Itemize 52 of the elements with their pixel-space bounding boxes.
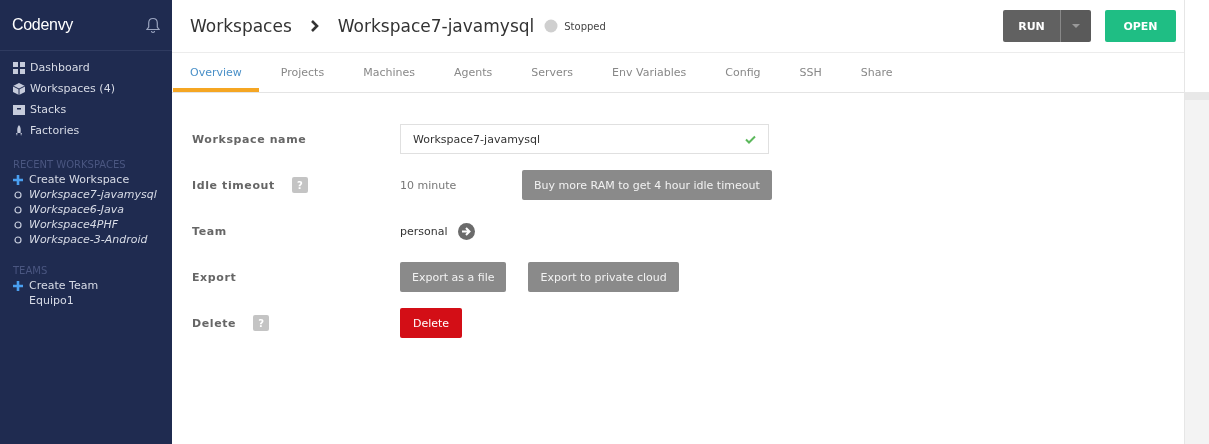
sidebar-item[interactable]: Equipo1 — [0, 293, 172, 308]
sidebar-item[interactable]: Create Team — [0, 278, 172, 293]
tab[interactable]: Share — [843, 53, 910, 92]
sidebar-item[interactable]: Workspace7-javamysql — [0, 187, 172, 202]
chevron-icon — [309, 19, 320, 33]
tab[interactable]: Config — [708, 53, 778, 92]
nav-item[interactable]: Workspaces (4) — [0, 78, 172, 99]
timeout-value: 10 minute — [400, 178, 458, 192]
status-dot-icon — [544, 19, 559, 33]
workspace-title: Workspace7-javamysql — [337, 16, 535, 36]
team-value: personal — [400, 224, 448, 238]
tab[interactable]: Env Variables — [595, 53, 704, 92]
cube-icon — [13, 82, 25, 95]
tab[interactable]: Overview — [173, 53, 259, 92]
sidebar-item[interactable]: Workspace4PHF — [0, 217, 172, 232]
delete-button[interactable]: Delete — [400, 308, 463, 338]
field-label: Team — [192, 224, 227, 238]
arrow-circle-icon[interactable] — [457, 222, 475, 240]
field-label: Delete — [192, 316, 237, 330]
sidebar-item[interactable]: Workspace6-Java — [0, 202, 172, 217]
circle-icon — [13, 234, 23, 245]
nav-item[interactable]: Dashboard — [0, 57, 172, 78]
plus-icon — [13, 174, 23, 185]
caret-icon — [1071, 23, 1081, 29]
tab[interactable]: Machines — [346, 53, 432, 92]
breadcrumb-link[interactable]: Workspaces — [190, 16, 292, 36]
nav-item[interactable]: Stacks — [0, 99, 172, 120]
workspace-name-field[interactable]: Workspace7-javamysql — [400, 124, 769, 154]
run-button[interactable]: RUN — [1003, 10, 1060, 42]
grid-icon — [13, 61, 25, 74]
field-label: Idle timeout — [192, 178, 275, 192]
sidebar-item[interactable]: Create Workspace — [0, 172, 172, 187]
tab[interactable]: SSH — [782, 53, 839, 92]
export-button[interactable]: Export as a file — [400, 262, 507, 292]
tab[interactable]: Projects — [263, 53, 342, 92]
field-label: Export — [192, 270, 237, 284]
circle-icon — [13, 189, 23, 200]
tab[interactable]: Servers — [514, 53, 591, 92]
rocket-icon — [13, 124, 25, 137]
field-label: Workspace name — [192, 132, 307, 146]
bell-icon[interactable] — [146, 16, 160, 34]
sidebar-item[interactable]: Workspace-3-Android — [0, 232, 172, 247]
buy-ram-button[interactable]: Buy more RAM to get 4 hour idle timeout — [522, 170, 772, 200]
logo[interactable]: Codenvy — [12, 16, 74, 34]
nav-item[interactable]: Factories — [0, 120, 172, 141]
status-label: Stopped — [564, 20, 606, 32]
export-button[interactable]: Export to private cloud — [528, 262, 679, 292]
box-icon — [13, 103, 25, 116]
tab[interactable]: Agents — [436, 53, 510, 92]
circle-icon — [13, 204, 23, 215]
circle-icon — [13, 219, 23, 230]
plus-icon — [13, 280, 23, 291]
